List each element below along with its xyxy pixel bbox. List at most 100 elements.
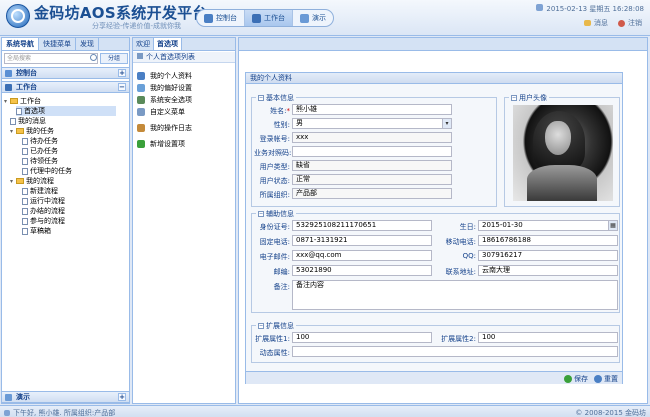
tree-item-done[interactable]: 已办任务: [22, 146, 58, 156]
name-label: 姓名:*: [254, 106, 290, 116]
demo-icon: [5, 394, 12, 401]
header-datetime: 2015-02-13 星期五 16:28:08: [536, 4, 644, 14]
tree-item-label: 待领任务: [30, 157, 58, 165]
avatar-face: [545, 121, 571, 155]
logout-button[interactable]: 注销: [618, 18, 642, 28]
reset-button[interactable]: 重置: [594, 374, 618, 384]
collapse-icon[interactable]: −: [258, 323, 264, 329]
status-footer: 下午好, 熊小雄. 所属组织:产品部 © 2008-2015 金码坊: [0, 405, 650, 417]
collapse-icon[interactable]: −: [511, 95, 517, 101]
org-label: 所属组织:: [259, 191, 290, 199]
pref-item-security[interactable]: 系统安全选项: [137, 95, 192, 105]
nav-workbench-button[interactable]: 工作台: [245, 10, 293, 26]
remark-textarea[interactable]: 备注内容: [292, 280, 618, 310]
ext2-field[interactable]: 100: [478, 332, 618, 343]
main-tab-strip: [239, 38, 647, 51]
expand-icon[interactable]: +: [118, 393, 126, 401]
tree-toggle-icon[interactable]: ▾: [10, 128, 15, 135]
dyn-field[interactable]: [292, 346, 618, 357]
zip-label: 邮编:: [273, 268, 290, 276]
pref-item-label: 我的个人资料: [150, 72, 192, 80]
usertype-field[interactable]: 缺省: [292, 160, 452, 171]
tree-item-delegated[interactable]: 代理中的任务: [22, 166, 72, 176]
qq-field[interactable]: 307916217: [478, 250, 618, 261]
tree-item-running-flows[interactable]: 运行中流程: [22, 196, 65, 206]
tree-item-new-flow[interactable]: 新建流程: [22, 186, 58, 196]
logo-ring: [11, 9, 25, 23]
page-icon: [22, 227, 28, 235]
tab-system-nav[interactable]: 系统导航: [2, 38, 39, 50]
remark-label: 备注:: [273, 283, 290, 291]
tab-quick-menu[interactable]: 快捷菜单: [39, 38, 76, 50]
tree-root-label: 工作台: [20, 97, 41, 105]
tree-item-todo[interactable]: 待办任务: [22, 136, 58, 146]
collapse-icon[interactable]: −: [118, 83, 126, 91]
expand-icon[interactable]: +: [118, 69, 126, 77]
zip-field[interactable]: 53021890: [292, 265, 432, 276]
bizcode-field[interactable]: [292, 146, 452, 157]
org-field[interactable]: 产品部: [292, 188, 452, 199]
accordion-workbench-header[interactable]: 工作台 −: [2, 81, 129, 93]
search-icon[interactable]: [90, 54, 97, 61]
collapse-icon[interactable]: −: [258, 95, 264, 101]
tab-discover[interactable]: 发现: [76, 38, 99, 50]
tree-toggle-icon[interactable]: ▾: [10, 178, 15, 185]
tree-folder-my-flows[interactable]: ▾ 我的流程: [10, 176, 54, 186]
gender-select[interactable]: 男 ▾: [292, 118, 452, 129]
chevron-down-icon[interactable]: ▾: [442, 119, 451, 128]
idno-field[interactable]: 532925108211170651: [292, 220, 432, 231]
tab-preferences[interactable]: 首选项: [154, 38, 182, 50]
gender-label: 性别:: [273, 121, 290, 129]
tree-item-claim[interactable]: 待领任务: [22, 156, 58, 166]
page-icon: [16, 107, 22, 115]
tree-item-joined-flows[interactable]: 参与的流程: [22, 216, 65, 226]
legend-text: 用户头像: [519, 94, 547, 102]
calendar-icon[interactable]: ▦: [608, 221, 617, 230]
group-button[interactable]: 分组: [100, 53, 128, 64]
top-nav: 控制台 工作台 演示: [196, 9, 334, 27]
nav-console-button[interactable]: 控制台: [197, 10, 245, 26]
footer-greeting-text: 下午好, 熊小雄. 所属组织:产品部: [13, 409, 116, 417]
message-button[interactable]: 消息: [584, 18, 608, 28]
pref-item-preferences[interactable]: 我的偏好设置: [137, 83, 192, 93]
tree-item-preferences[interactable]: 首选项: [16, 106, 116, 116]
tree-item-finished-flows[interactable]: 办结的流程: [22, 206, 65, 216]
accordion-console-header[interactable]: 控制台 +: [2, 67, 129, 79]
pref-item-add[interactable]: 新增设置项: [137, 139, 185, 149]
save-button[interactable]: 保存: [564, 374, 588, 384]
folder-icon: [16, 128, 24, 134]
pref-item-custom-menu[interactable]: 自定义菜单: [137, 107, 185, 117]
birthday-field[interactable]: 2015-01-30 ▦: [478, 220, 618, 231]
tree-item-drafts[interactable]: 草稿箱: [22, 226, 51, 236]
pref-item-profile[interactable]: 我的个人资料: [137, 71, 192, 81]
app-header: 金码坊AOS系统开发平台 分享经验-传递价值-成就你我 控制台 工作台 演示 2…: [0, 0, 650, 36]
address-field[interactable]: 云南大理: [478, 265, 618, 276]
demo-icon: [300, 13, 309, 23]
tree-root-workbench[interactable]: ▾ 工作台: [4, 96, 41, 106]
reset-label: 重置: [604, 375, 618, 383]
tab-welcome[interactable]: 欢迎: [133, 38, 154, 50]
global-search-input[interactable]: 全局搜索: [4, 53, 98, 64]
footer-copyright: © 2008-2015 金码坊: [575, 409, 646, 417]
pref-item-operation-log[interactable]: 我的操作日志: [137, 123, 192, 133]
status-field[interactable]: 正常: [292, 174, 452, 185]
user-avatar[interactable]: [513, 105, 613, 201]
usertype-label: 用户类型:: [259, 163, 290, 171]
tree-toggle-icon[interactable]: ▾: [4, 98, 9, 105]
mobile-field[interactable]: 18616786188: [478, 235, 618, 246]
ext1-field[interactable]: 100: [292, 332, 432, 343]
center-tabs: 欢迎 首选项: [133, 38, 235, 51]
calendar-icon: [536, 4, 544, 11]
tree-folder-my-tasks[interactable]: ▾ 我的任务: [10, 126, 54, 136]
email-field[interactable]: xxx@qq.com: [292, 250, 432, 261]
qq-label: QQ:: [462, 252, 476, 260]
tel-field[interactable]: 0871-3131921: [292, 235, 432, 246]
name-field[interactable]: 熊小雄: [292, 104, 452, 115]
pref-item-label: 新增设置项: [150, 140, 185, 148]
accordion-demo-header[interactable]: 演示 +: [2, 391, 129, 403]
nav-demo-button[interactable]: 演示: [293, 10, 333, 26]
message-label: 消息: [594, 19, 608, 27]
account-field[interactable]: xxx: [292, 132, 452, 143]
tree-item-messages[interactable]: 我的消息: [10, 116, 46, 126]
collapse-icon[interactable]: −: [258, 211, 264, 217]
